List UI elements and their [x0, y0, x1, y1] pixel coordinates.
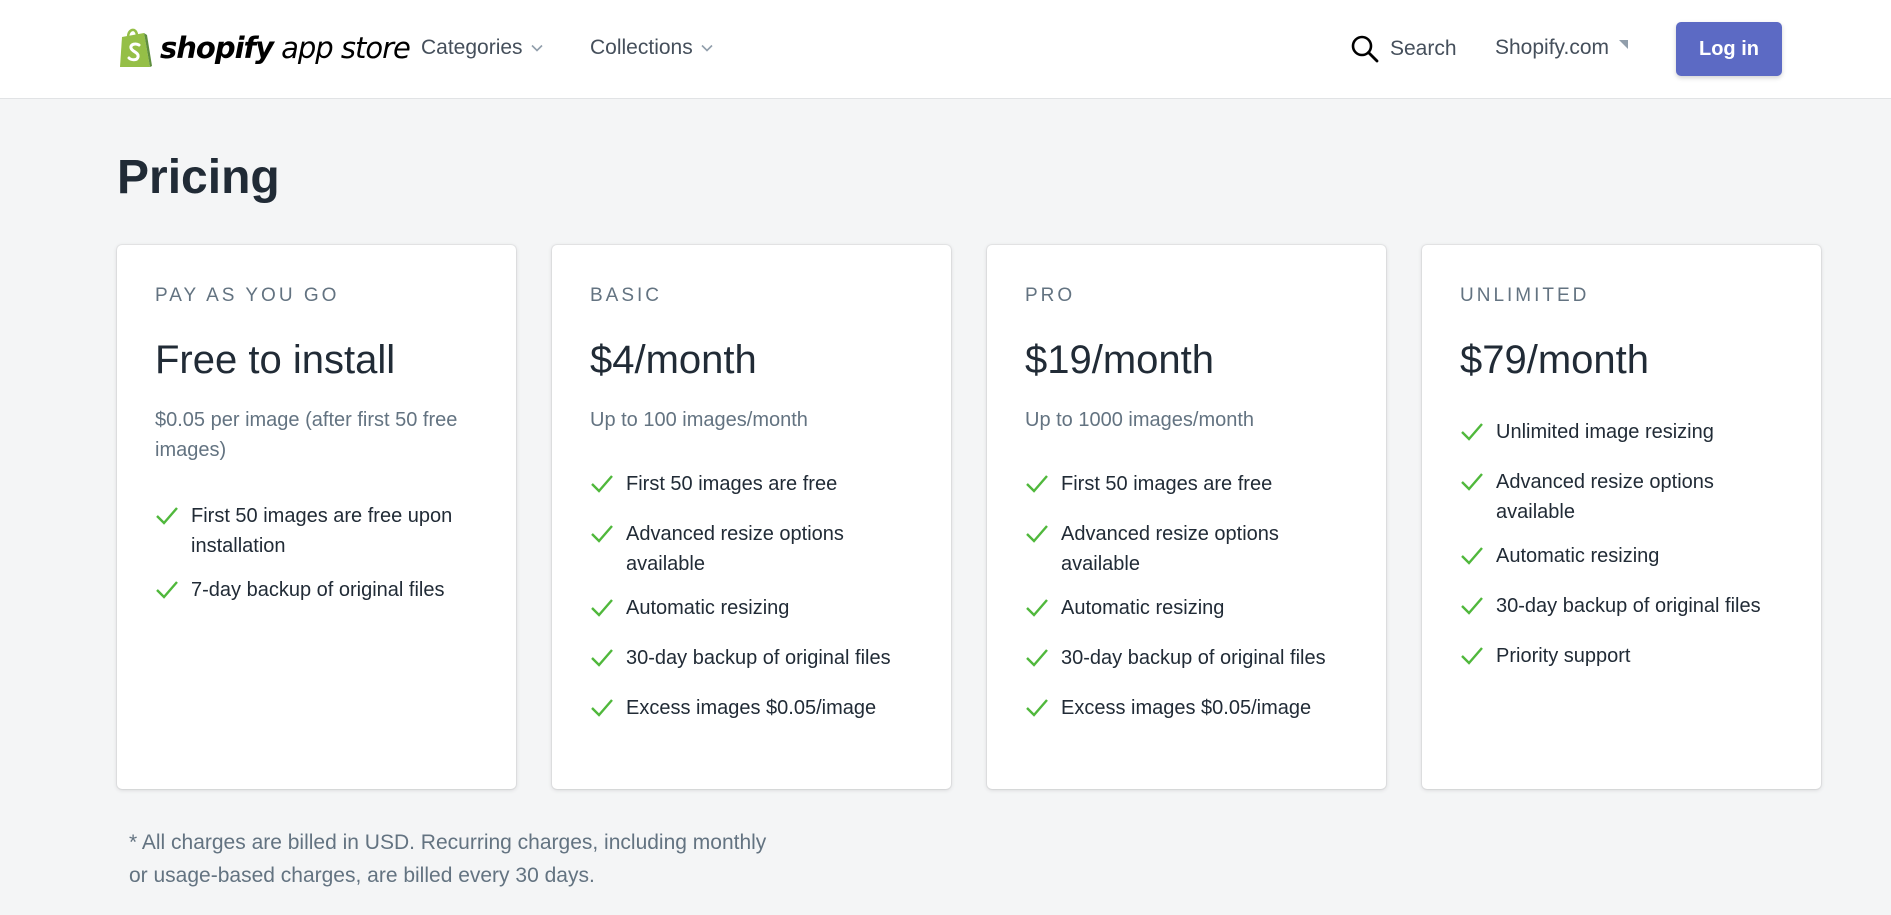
feature-text: 30-day backup of original files — [1061, 647, 1326, 669]
checkmark-icon — [591, 525, 613, 543]
checkmark-icon — [591, 699, 613, 717]
feature-text: Priority support — [1496, 645, 1631, 667]
pricing-card-pro: PRO $19/month Up to 1000 images/month Fi… — [987, 245, 1386, 789]
checkmark-icon — [1026, 525, 1048, 543]
feature-item: Advanced resize options available — [590, 519, 913, 579]
feature-text: Automatic resizing — [626, 597, 790, 619]
feature-text: Advanced resize options available — [626, 523, 844, 575]
plan-price: $4/month — [590, 338, 757, 382]
shopify-bag-icon — [120, 28, 152, 67]
feature-item: First 50 images are free upon installati… — [155, 501, 478, 561]
checkmark-icon — [1461, 647, 1483, 665]
nav-collections-label: Collections — [590, 36, 693, 59]
feature-item: Automatic resizing — [1460, 541, 1783, 571]
feature-item: Automatic resizing — [1025, 593, 1348, 623]
chevron-down-icon — [701, 44, 713, 52]
feature-item: Advanced resize options available — [1025, 519, 1348, 579]
shopify-com-link[interactable]: Shopify.com — [1495, 36, 1628, 60]
feature-item: 30-day backup of original files — [1460, 591, 1783, 621]
feature-item: First 50 images are free — [1025, 469, 1348, 499]
feature-item: Advanced resize options available — [1460, 467, 1783, 527]
checkmark-icon — [156, 507, 178, 525]
plan-description: Up to 1000 images/month — [1025, 409, 1255, 431]
feature-item: Automatic resizing — [590, 593, 913, 623]
checkmark-icon — [591, 475, 613, 493]
feature-text: First 50 images are free upon installati… — [191, 505, 453, 557]
shopify-app-store-logo[interactable]: shopify app store — [118, 24, 411, 72]
feature-text: Automatic resizing — [1496, 545, 1660, 567]
checkmark-icon — [1461, 547, 1483, 565]
plan-name: BASIC — [590, 285, 663, 306]
pricing-card-unlimited: UNLIMITED $79/month Unlimited image resi… — [1422, 245, 1821, 789]
feature-list: First 50 images are free Advanced resize… — [1025, 469, 1348, 723]
top-navigation-bar: shopify app store Categories Collections… — [0, 0, 1891, 99]
checkmark-icon — [156, 581, 178, 599]
feature-text: Advanced resize options available — [1061, 523, 1279, 575]
nav-categories-dropdown[interactable]: Categories — [421, 36, 543, 60]
plan-name: PAY AS YOU GO — [155, 285, 340, 306]
checkmark-icon — [1026, 475, 1048, 493]
feature-text: Excess images $0.05/image — [1061, 697, 1312, 719]
feature-item: First 50 images are free — [590, 469, 913, 499]
plan-price: $19/month — [1025, 338, 1215, 382]
checkmark-icon — [1461, 597, 1483, 615]
feature-text: First 50 images are free — [626, 473, 838, 495]
logo-wordmark: shopify — [160, 31, 274, 65]
search-button[interactable]: Search — [1350, 34, 1457, 64]
feature-item: 30-day backup of original files — [590, 643, 913, 673]
plan-price: $79/month — [1460, 338, 1650, 382]
search-label: Search — [1390, 37, 1457, 60]
checkmark-icon — [1461, 423, 1483, 441]
feature-item: Priority support — [1460, 641, 1783, 671]
search-icon — [1351, 35, 1379, 63]
feature-list: Unlimited image resizing Advanced resize… — [1460, 417, 1783, 671]
shopify-com-label: Shopify.com — [1495, 36, 1609, 59]
login-button[interactable]: Log in — [1676, 22, 1782, 76]
feature-text: Excess images $0.05/image — [626, 697, 877, 719]
nav-categories-label: Categories — [421, 36, 523, 59]
feature-list: First 50 images are free Advanced resize… — [590, 469, 913, 723]
plan-price: Free to install — [155, 338, 396, 382]
checkmark-icon — [1026, 699, 1048, 717]
feature-text: First 50 images are free — [1061, 473, 1273, 495]
feature-item: Excess images $0.05/image — [1025, 693, 1348, 723]
feature-text: 7-day backup of original files — [191, 579, 445, 601]
pricing-card-basic: BASIC $4/month Up to 100 images/month Fi… — [552, 245, 951, 789]
feature-item: 7-day backup of original files — [155, 575, 478, 605]
checkmark-icon — [1026, 649, 1048, 667]
checkmark-icon — [1461, 473, 1483, 491]
plan-description: Up to 100 images/month — [590, 409, 808, 431]
nav-collections-dropdown[interactable]: Collections — [590, 36, 713, 60]
feature-text: Unlimited image resizing — [1496, 421, 1714, 443]
feature-text: Automatic resizing — [1061, 597, 1225, 619]
feature-text: 30-day backup of original files — [1496, 595, 1761, 617]
pricing-card-pay-as-you-go: PAY AS YOU GO Free to install $0.05 per … — [117, 245, 516, 789]
feature-item: 30-day backup of original files — [1025, 643, 1348, 673]
plan-name: UNLIMITED — [1460, 285, 1590, 306]
checkmark-icon — [591, 599, 613, 617]
plan-name: PRO — [1025, 285, 1076, 306]
chevron-down-icon — [530, 44, 543, 52]
checkmark-icon — [1026, 599, 1048, 617]
external-link-icon — [1619, 40, 1628, 49]
billing-footnote: * All charges are billed in USD. Recurri… — [129, 831, 767, 887]
checkmark-icon — [591, 649, 613, 667]
feature-item: Unlimited image resizing — [1460, 417, 1783, 447]
feature-text: 30-day backup of original files — [626, 647, 891, 669]
page-title: Pricing — [117, 151, 280, 204]
logo-suffix: app store — [281, 31, 411, 65]
feature-text: Advanced resize options available — [1496, 471, 1714, 523]
plan-description: $0.05 per image (after first 50 free ima… — [155, 409, 458, 461]
feature-item: Excess images $0.05/image — [590, 693, 913, 723]
feature-list: First 50 images are free upon installati… — [155, 501, 478, 605]
